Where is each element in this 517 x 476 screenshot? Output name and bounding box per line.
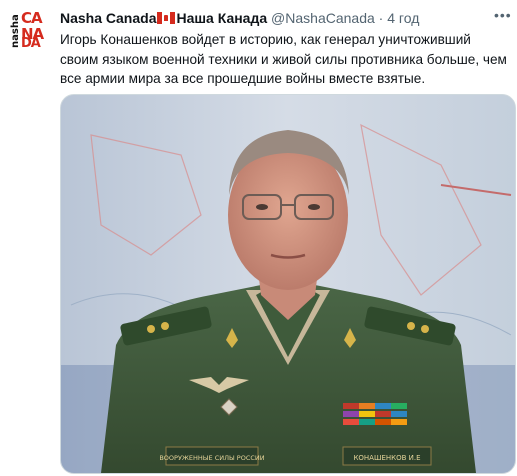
avatar-logo-da: DA [21,36,41,48]
tweet-header: Nasha Canada Наша Канада @NashaCanada · 4… [60,9,500,29]
avatar-logo-nasha: nasha [10,14,21,48]
avatar[interactable]: nasha CA NA DA [8,8,48,48]
name-tag-text: КОНАШЕНКОВ И.Е [353,454,420,462]
author-name[interactable]: Nasha Canada [60,10,156,26]
author-name-ru[interactable]: Наша Канада [176,10,267,26]
canada-flag-icon [157,12,176,24]
header-separator: · [378,10,384,26]
tweet-card[interactable]: nasha CA NA DA Nasha Canada Наша Канада @… [0,0,517,476]
author-handle[interactable]: @NashaCanada [271,10,375,26]
photo-illustration: ВООРУЖЕННЫЕ СИЛЫ РОССИИ КОНАШЕНКОВ И.Е [61,95,515,473]
uniform-patch-text: ВООРУЖЕННЫЕ СИЛЫ РОССИИ [159,454,264,462]
more-options-icon[interactable]: ••• [494,8,511,26]
tweet-photo[interactable]: ВООРУЖЕННЫЕ СИЛЫ РОССИИ КОНАШЕНКОВ И.Е [60,94,516,474]
tweet-timestamp[interactable]: 4 год [387,10,419,26]
tweet-text: Игорь Конашенков войдет в историю, как г… [60,32,507,86]
avatar-logo-ca: CA [21,9,43,27]
